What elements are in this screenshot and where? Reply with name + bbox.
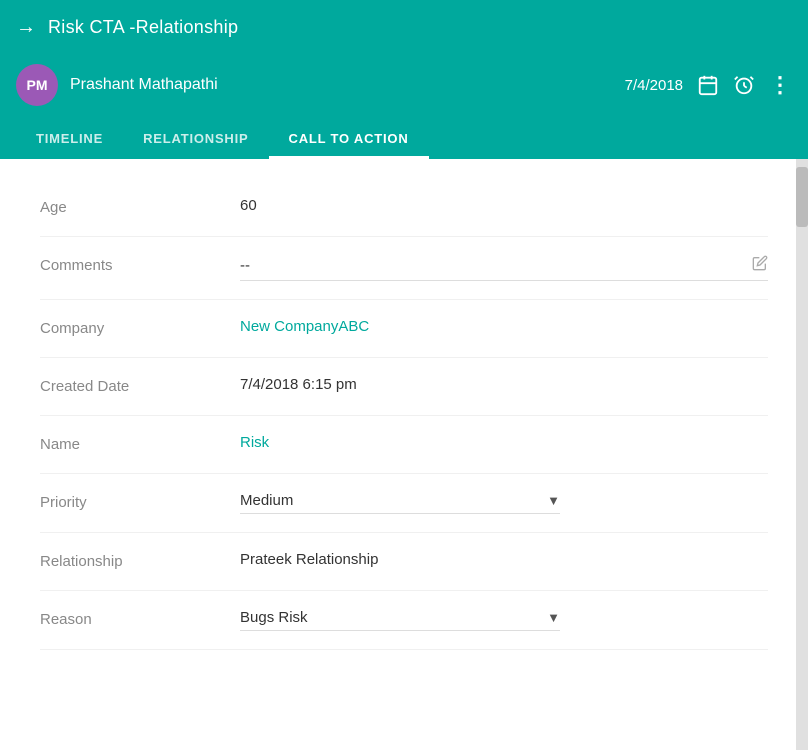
field-row-reason: Reason Bugs Risk ▼ (40, 591, 768, 650)
user-name: Prashant Mathapathi (70, 76, 218, 94)
field-row-name: Name Risk (40, 416, 768, 474)
value-company[interactable]: New CompanyABC (240, 318, 768, 335)
field-row-created-date: Created Date 7/4/2018 6:15 pm (40, 358, 768, 416)
date-display: 7/4/2018 (625, 77, 683, 94)
value-name[interactable]: Risk (240, 434, 768, 451)
priority-select[interactable]: Medium ▼ (240, 492, 560, 514)
top-bar: → Risk CTA -Relationship (0, 0, 808, 55)
label-priority: Priority (40, 492, 240, 511)
tab-timeline[interactable]: TIMELINE (16, 121, 123, 159)
priority-dropdown-arrow: ▼ (547, 493, 560, 508)
user-actions: 7/4/2018 ⋮ (625, 72, 792, 98)
tab-call-to-action[interactable]: CALL TO ACTION (269, 121, 429, 159)
value-created-date: 7/4/2018 6:15 pm (240, 376, 768, 393)
scrollbar-thumb[interactable] (796, 167, 808, 227)
value-age: 60 (240, 197, 768, 214)
label-name: Name (40, 434, 240, 453)
user-info: PM Prashant Mathapathi (16, 64, 218, 106)
calendar-icon[interactable] (697, 74, 719, 96)
label-comments: Comments (40, 255, 240, 274)
field-row-company: Company New CompanyABC (40, 300, 768, 358)
field-row-comments: Comments -- (40, 237, 768, 300)
value-relationship: Prateek Relationship (240, 551, 768, 568)
value-reason: Bugs Risk (240, 609, 547, 626)
label-relationship: Relationship (40, 551, 240, 570)
user-bar: PM Prashant Mathapathi 7/4/2018 ⋮ (0, 55, 808, 115)
more-options-icon[interactable]: ⋮ (769, 72, 792, 98)
label-company: Company (40, 318, 240, 337)
tab-relationship[interactable]: RELATIONSHIP (123, 121, 268, 159)
label-created-date: Created Date (40, 376, 240, 395)
label-reason: Reason (40, 609, 240, 628)
page-title: Risk CTA -Relationship (48, 17, 238, 38)
comments-wrapper: -- (240, 255, 768, 281)
scrollbar-track[interactable] (796, 159, 808, 750)
reason-select[interactable]: Bugs Risk ▼ (240, 609, 560, 631)
alarm-icon[interactable] (733, 74, 755, 96)
value-comments: -- (240, 257, 752, 274)
field-row-age: Age 60 (40, 179, 768, 237)
edit-comments-icon[interactable] (752, 255, 768, 276)
content-area: Age 60 Comments -- Company New CompanyAB… (0, 159, 808, 750)
value-priority: Medium (240, 492, 547, 509)
reason-dropdown-arrow: ▼ (547, 610, 560, 625)
back-button[interactable]: → (16, 16, 36, 39)
field-row-priority: Priority Medium ▼ (40, 474, 768, 533)
avatar: PM (16, 64, 58, 106)
field-row-relationship: Relationship Prateek Relationship (40, 533, 768, 591)
label-age: Age (40, 197, 240, 216)
tabs-bar: TIMELINE RELATIONSHIP CALL TO ACTION (0, 115, 808, 159)
